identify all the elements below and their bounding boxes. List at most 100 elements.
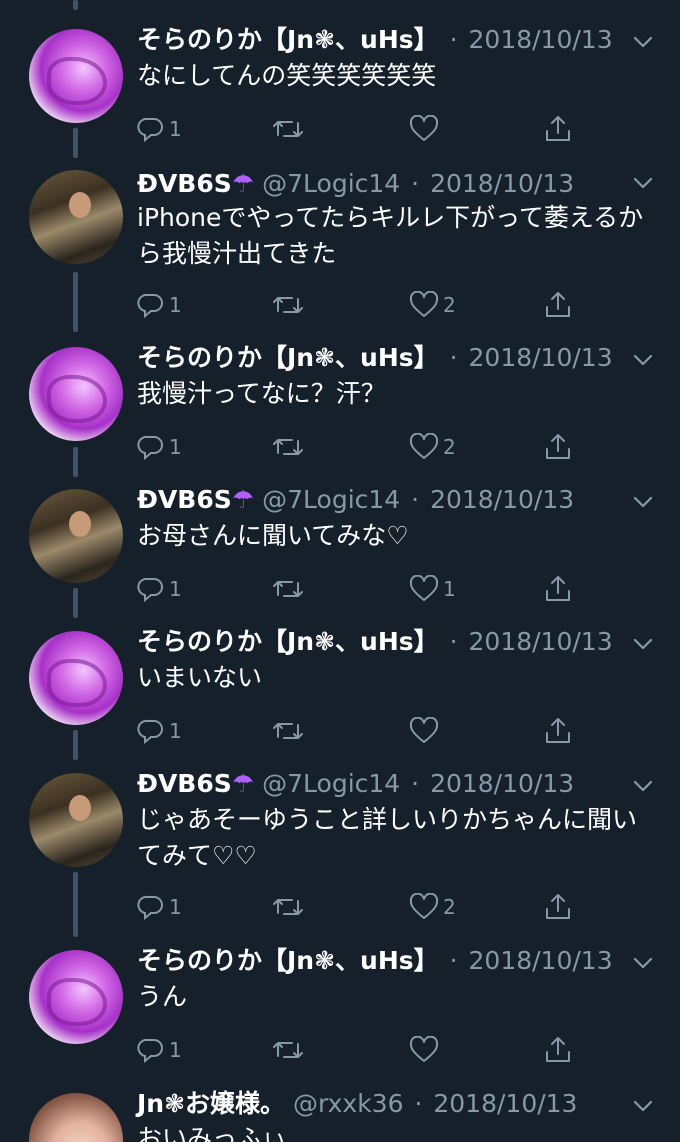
like-button[interactable]: 1 <box>409 572 456 606</box>
display-name[interactable]: ĐVB6S☂ <box>137 169 254 198</box>
display-name[interactable]: そらのりか【Jn❃、uHs】 <box>137 343 439 372</box>
display-name[interactable]: そらのりか【Jn❃、uHs】 <box>137 946 439 975</box>
reply-button[interactable]: 1 <box>137 288 182 322</box>
reply-button[interactable]: 1 <box>137 890 182 924</box>
like-button[interactable]: 2 <box>409 890 456 924</box>
user-handle[interactable]: @7Logic14 <box>262 169 400 198</box>
tweet[interactable]: Jn❃お嬢様。 @rxxk36 · 2018/10/13 おいみっふぃ <box>0 1085 680 1142</box>
retweet-icon <box>273 297 303 313</box>
share-button[interactable] <box>543 890 573 924</box>
display-name[interactable]: そらのりか【Jn❃、uHs】 <box>137 627 439 656</box>
avatar[interactable] <box>29 773 123 867</box>
avatar[interactable] <box>29 631 123 725</box>
retweet-button[interactable] <box>272 572 308 606</box>
tweet-text: お母さんに聞いてみな♡ <box>137 521 409 550</box>
share-button[interactable] <box>543 714 573 748</box>
display-name[interactable]: そらのりか【Jn❃、uHs】 <box>137 25 439 54</box>
separator-dot: · <box>411 169 420 198</box>
heart-icon <box>409 291 439 317</box>
like-button[interactable]: 2 <box>409 288 456 322</box>
share-button[interactable] <box>543 430 573 464</box>
retweet-button[interactable] <box>272 1033 308 1067</box>
share-button[interactable] <box>543 1033 573 1067</box>
tweet-actions: 1 2 <box>137 890 570 924</box>
tweet-date[interactable]: 2018/10/13 <box>469 946 613 975</box>
retweet-icon <box>273 581 303 597</box>
tweet[interactable]: ĐVB6S☂ @7Logic14 · 2018/10/13 iPhoneでやって… <box>0 160 680 337</box>
tweet[interactable]: そらのりか【Jn❃、uHs】 · 2018/10/13 いまいない 1 <box>0 621 680 763</box>
like-button[interactable] <box>409 714 443 748</box>
tweet-date[interactable]: 2018/10/13 <box>433 1089 577 1118</box>
tweet-header: ĐVB6S☂ @7Logic14 · 2018/10/13 <box>137 483 574 517</box>
heart-icon <box>409 1036 439 1062</box>
reply-icon <box>137 293 163 319</box>
tweet-date[interactable]: 2018/10/13 <box>430 769 574 798</box>
retweet-button[interactable] <box>272 288 308 322</box>
tweet-actions: 1 <box>137 1033 570 1067</box>
avatar[interactable] <box>29 950 123 1044</box>
retweet-icon <box>273 1042 303 1058</box>
chevron-down-icon[interactable] <box>632 349 654 371</box>
retweet-button[interactable] <box>272 890 308 924</box>
like-count: 1 <box>443 577 456 601</box>
reply-button[interactable]: 1 <box>137 112 182 146</box>
tweet[interactable]: そらのりか【Jn❃、uHs】 · 2018/10/13 うん 1 <box>0 940 680 1085</box>
avatar[interactable] <box>29 489 123 583</box>
chevron-down-icon[interactable] <box>632 633 654 655</box>
tweet[interactable]: ĐVB6S☂ @7Logic14 · 2018/10/13 じゃあそーゆうこと詳… <box>0 763 680 940</box>
separator-dot: · <box>449 627 458 656</box>
avatar[interactable] <box>29 1093 123 1142</box>
retweet-button[interactable] <box>272 112 308 146</box>
tweet-date[interactable]: 2018/10/13 <box>469 627 613 656</box>
retweet-button[interactable] <box>272 714 308 748</box>
share-button[interactable] <box>543 288 573 322</box>
tweet-text: いまいない <box>137 663 263 692</box>
chevron-down-icon[interactable] <box>632 952 654 974</box>
chevron-down-icon[interactable] <box>632 31 654 53</box>
retweet-button[interactable] <box>272 430 308 464</box>
tweet-header: そらのりか【Jn❃、uHs】 · 2018/10/13 <box>137 23 613 57</box>
reply-count: 1 <box>169 577 182 601</box>
tweet[interactable]: そらのりか【Jn❃、uHs】 · 2018/10/13 なにしてんの笑笑笑笑笑笑… <box>0 0 680 160</box>
like-count: 2 <box>443 435 456 459</box>
like-button[interactable]: 2 <box>409 430 456 464</box>
avatar[interactable] <box>29 347 123 441</box>
share-button[interactable] <box>543 572 573 606</box>
tweet-header: そらのりか【Jn❃、uHs】 · 2018/10/13 <box>137 341 613 375</box>
tweet-date[interactable]: 2018/10/13 <box>430 485 574 514</box>
like-button[interactable] <box>409 1033 443 1067</box>
tweet-date[interactable]: 2018/10/13 <box>430 169 574 198</box>
reply-count: 1 <box>169 293 182 317</box>
display-name[interactable]: ĐVB6S☂ <box>137 769 254 798</box>
umbrella-icon: ☂ <box>231 169 255 198</box>
tweet-text: 我慢汁ってなに？汗？ <box>137 379 386 408</box>
tweet-actions: 1 <box>137 714 570 748</box>
reply-button[interactable]: 1 <box>137 1033 182 1067</box>
tweet-date[interactable]: 2018/10/13 <box>469 25 613 54</box>
reply-button[interactable]: 1 <box>137 430 182 464</box>
like-count: 2 <box>443 895 456 919</box>
like-count: 2 <box>443 293 456 317</box>
chevron-down-icon[interactable] <box>632 172 654 194</box>
avatar[interactable] <box>29 170 123 264</box>
avatar[interactable] <box>29 29 123 123</box>
display-name[interactable]: ĐVB6S☂ <box>137 485 254 514</box>
share-button[interactable] <box>543 112 573 146</box>
reply-button[interactable]: 1 <box>137 572 182 606</box>
tweet-date[interactable]: 2018/10/13 <box>469 343 613 372</box>
chevron-down-icon[interactable] <box>632 775 654 797</box>
share-icon <box>546 116 570 141</box>
user-handle[interactable]: @rxxk36 <box>293 1089 404 1118</box>
reply-icon <box>137 895 163 921</box>
user-handle[interactable]: @7Logic14 <box>262 485 400 514</box>
display-name[interactable]: Jn❃お嬢様。 <box>137 1089 285 1118</box>
chevron-down-icon[interactable] <box>632 1095 654 1117</box>
like-button[interactable] <box>409 112 443 146</box>
tweet[interactable]: ĐVB6S☂ @7Logic14 · 2018/10/13 お母さんに聞いてみな… <box>0 479 680 621</box>
reply-button[interactable]: 1 <box>137 714 182 748</box>
heart-icon <box>409 893 439 919</box>
reply-count: 1 <box>169 895 182 919</box>
user-handle[interactable]: @7Logic14 <box>262 769 400 798</box>
tweet[interactable]: そらのりか【Jn❃、uHs】 · 2018/10/13 我慢汁ってなに？汗？ 1… <box>0 337 680 479</box>
chevron-down-icon[interactable] <box>632 491 654 513</box>
